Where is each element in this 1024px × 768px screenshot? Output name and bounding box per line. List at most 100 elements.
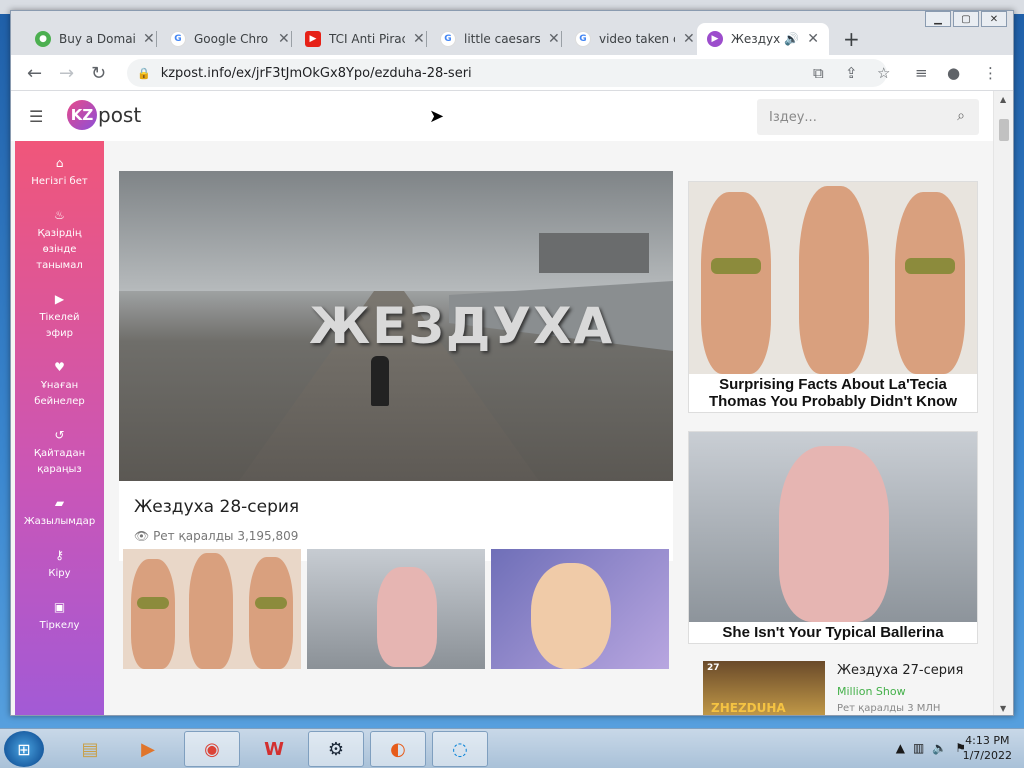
start-button[interactable]: ⊞ <box>4 731 44 767</box>
menu-kebab-icon[interactable]: ⋮ <box>983 64 998 82</box>
related-video-title[interactable]: Жездуха 27-серия <box>837 663 963 678</box>
close-tab-icon[interactable]: ✕ <box>807 31 819 47</box>
show-hidden-icons-icon[interactable]: ▲ <box>896 741 905 755</box>
sidebar-item-label: Қайтадан қараңыз <box>33 448 86 475</box>
volume-icon[interactable]: 🔈 <box>932 741 947 755</box>
lock-icon[interactable]: 🔒 <box>137 67 151 80</box>
steam-taskbar-icon[interactable]: ⚙ <box>308 731 364 767</box>
clock-time: 4:13 PM <box>965 734 1010 747</box>
video-views: 👁 Рет қаралды 3,195,809 <box>134 529 298 543</box>
site-logo[interactable]: KZ post <box>67 100 141 130</box>
address-bar[interactable]: 🔒 kzpost.info/ex/jrF3tJmOkGx8Ypo/ezduha-… <box>127 59 887 87</box>
translate-icon[interactable]: ⧉ <box>813 64 824 82</box>
edge-taskbar-icon[interactable]: ◌ <box>432 731 488 767</box>
media-player-taskbar-icon[interactable]: ▶ <box>120 731 176 767</box>
related-thumbnail-2[interactable] <box>307 549 485 669</box>
thumbnail-title-art: ЖЕЗДУХА <box>309 297 615 355</box>
eye-icon: 👁 <box>134 529 150 543</box>
search-input[interactable]: Іздеу... ⌕ <box>757 99 979 135</box>
network-icon[interactable]: ▥ <box>913 741 924 755</box>
video-title[interactable]: Жездуха 28-серия <box>134 497 299 517</box>
sidebar-item-liked[interactable]: ♥ Ұнаған бейнелер <box>15 359 104 410</box>
sidebar-item-live[interactable]: ▶ Тікелей эфир <box>15 291 104 342</box>
hamburger-menu-icon[interactable]: ☰ <box>29 107 43 126</box>
view-count: Рет қаралды 3,195,809 <box>153 529 299 543</box>
folder-icon: ▰ <box>54 496 65 510</box>
thumbnail-figure <box>131 559 175 669</box>
sidebar-item-register[interactable]: ▣ Тіркелу <box>15 599 104 634</box>
tab-google-chrome[interactable]: G Google Chro ✕ <box>160 23 300 55</box>
related-thumbnail-3[interactable] <box>491 549 669 669</box>
sidebar-item-watch-again[interactable]: ↺ Қайтадан қараңыз <box>15 427 104 478</box>
tab-video-taken[interactable]: G video taken c ✕ <box>565 23 705 55</box>
google-favicon-icon: G <box>575 31 591 47</box>
related-thumbnail-1[interactable] <box>123 549 301 669</box>
share-icon[interactable]: ⇪ <box>845 64 858 82</box>
tab-tci-anti-piracy[interactable]: ▶ TCI Anti Pirac ✕ <box>295 23 435 55</box>
forward-arrow-icon[interactable]: → <box>59 63 74 84</box>
history-icon: ↺ <box>54 428 65 442</box>
bookmark-star-icon[interactable]: ☆ <box>877 64 890 82</box>
sidebar-item-label: Кіру <box>48 568 71 579</box>
browser-window: ● Buy a Domai ✕ G Google Chro ✕ ▶ TCI An… <box>10 10 1014 716</box>
sidebar-item-label: Ұнаған бейнелер <box>34 380 85 407</box>
ad-caption-1[interactable]: Surprising Facts About La'Tecia Thomas Y… <box>689 374 977 412</box>
media-control-icon[interactable]: ≡ <box>915 64 928 82</box>
close-tab-icon[interactable]: ✕ <box>413 31 425 47</box>
google-favicon-icon: G <box>170 31 186 47</box>
close-tab-icon[interactable]: ✕ <box>278 31 290 47</box>
taskbar-clock[interactable]: 4:13 PM 1/7/2022 <box>963 733 1012 763</box>
audio-playing-icon[interactable]: 🔊 <box>784 32 799 46</box>
sidebar-item-login[interactable]: ⚷ Кіру <box>15 547 104 582</box>
search-icon[interactable]: ⌕ <box>957 108 965 124</box>
video-thumbnail[interactable]: ЖЕЗДУХА <box>119 171 673 481</box>
close-tab-icon[interactable]: ✕ <box>143 31 155 47</box>
play-icon: ▶ <box>54 292 65 306</box>
ad-figure <box>799 186 869 374</box>
tab-separator <box>426 31 427 47</box>
google-favicon-icon: G <box>440 31 456 47</box>
tab-label: video taken c <box>599 32 675 46</box>
scroll-up-arrow-icon[interactable]: ▲ <box>1000 95 1006 104</box>
app-taskbar-icon[interactable]: ◐ <box>370 731 426 767</box>
sidebar-item-subscriptions[interactable]: ▰ Жазылымдар <box>15 495 104 530</box>
tab-zhezduha-active[interactable]: ▶ Жездуха 🔊 ✕ <box>697 23 829 55</box>
scroll-down-arrow-icon[interactable]: ▼ <box>1000 704 1006 713</box>
profile-avatar-icon[interactable]: ● <box>947 64 960 82</box>
file-explorer-taskbar-icon[interactable]: ▤ <box>62 731 118 767</box>
close-tab-icon[interactable]: ✕ <box>548 31 560 47</box>
scrollbar-thumb[interactable] <box>999 119 1009 141</box>
close-tab-icon[interactable]: ✕ <box>683 31 695 47</box>
lock-icon: ▣ <box>53 600 66 614</box>
browser-toolbar: ← → ↻ 🔒 kzpost.info/ex/jrF3tJmOkGx8Ypo/e… <box>11 55 1013 91</box>
ad-image-1[interactable] <box>689 182 977 374</box>
sidebar-item-home[interactable]: ⌂ Негізгі бет <box>15 155 104 190</box>
new-tab-button[interactable]: + <box>843 27 860 51</box>
sidebar-item-trending[interactable]: ♨ Қазірдің өзінде танымал <box>15 207 104 274</box>
wps-office-taskbar-icon[interactable]: W <box>246 731 302 767</box>
system-tray: ▲ ▥ 🔈 ⚑ <box>896 741 966 755</box>
ad-caption-2[interactable]: She Isn't Your Typical Ballerina <box>689 622 977 643</box>
search-placeholder: Іздеу... <box>769 109 817 125</box>
minimize-icon[interactable]: ▁ <box>925 11 951 27</box>
tab-label: Buy a Domai <box>59 32 135 46</box>
reload-icon[interactable]: ↻ <box>91 63 106 84</box>
tab-buy-a-domain[interactable]: ● Buy a Domai ✕ <box>25 23 165 55</box>
related-video-thumbnail[interactable]: 27 ZHEZDUHA <box>703 661 825 715</box>
home-icon: ⌂ <box>55 156 64 170</box>
main-video-card[interactable]: ЖЕЗДУХА Жездуха 28-серия 👁 Рет қаралды 3… <box>119 171 673 561</box>
tab-little-caesars[interactable]: G little caesars ✕ <box>430 23 570 55</box>
ad-card-1[interactable]: Surprising Facts About La'Tecia Thomas Y… <box>688 181 978 413</box>
ad-image-2[interactable] <box>689 432 977 622</box>
ad-card-2[interactable]: She Isn't Your Typical Ballerina <box>688 431 978 644</box>
close-window-icon[interactable]: ✕ <box>981 11 1007 27</box>
chrome-taskbar-icon[interactable]: ◉ <box>184 731 240 767</box>
page-scrollbar[interactable]: ▲ ▼ <box>993 91 1013 715</box>
thumbnail-figure <box>249 557 293 669</box>
play-favicon-icon: ▶ <box>707 31 723 47</box>
back-arrow-icon[interactable]: ← <box>27 63 42 84</box>
maximize-icon[interactable]: ▢ <box>953 11 979 27</box>
related-video-item[interactable]: 27 ZHEZDUHA Жездуха 27-серия Million Sho… <box>703 661 983 715</box>
related-video-channel[interactable]: Million Show <box>837 685 906 698</box>
mouse-cursor-icon: ➤ <box>429 106 445 127</box>
